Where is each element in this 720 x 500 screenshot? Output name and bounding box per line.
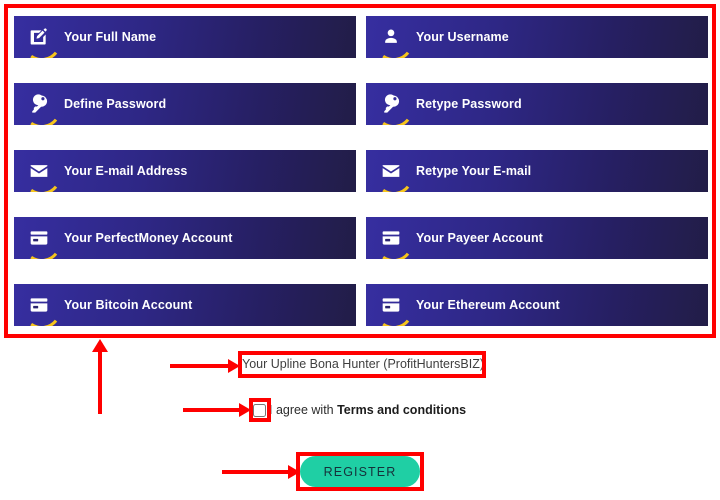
form-field-label: Define Password bbox=[64, 97, 167, 111]
form-field-label: Your Ethereum Account bbox=[416, 298, 560, 312]
form-field-label: Your PerfectMoney Account bbox=[64, 231, 233, 245]
annotation-arrow-upline bbox=[170, 359, 242, 373]
form-field-row[interactable]: Retype Your E-mail bbox=[366, 150, 708, 192]
form-field-label: Your Username bbox=[416, 30, 509, 44]
registration-fields-grid: Your Full Name Your Username Define Passwo… bbox=[14, 16, 708, 326]
annotation-arrow-register bbox=[222, 465, 302, 479]
form-field-row[interactable]: Your PerfectMoney Account bbox=[14, 217, 356, 259]
terms-checkbox[interactable] bbox=[253, 403, 266, 417]
form-field-row[interactable]: Your Full Name bbox=[14, 16, 356, 58]
form-field-label: Your E-mail Address bbox=[64, 164, 188, 178]
terms-prefix-text: I agree with bbox=[269, 403, 338, 417]
form-field-label: Retype Password bbox=[416, 97, 522, 111]
form-field-row[interactable]: Your Ethereum Account bbox=[366, 284, 708, 326]
form-field-row[interactable]: Your Payeer Account bbox=[366, 217, 708, 259]
envelope-icon bbox=[366, 150, 416, 192]
key-icon bbox=[366, 83, 416, 125]
form-field-label: Retype Your E-mail bbox=[416, 164, 532, 178]
form-field-row[interactable]: Your Username bbox=[366, 16, 708, 58]
credit-card-icon bbox=[366, 284, 416, 326]
annotation-arrow-checkbox bbox=[183, 403, 253, 417]
form-field-row[interactable]: Define Password bbox=[14, 83, 356, 125]
credit-card-icon bbox=[14, 284, 64, 326]
user-icon bbox=[366, 16, 416, 58]
register-button[interactable]: REGISTER bbox=[300, 456, 420, 487]
form-field-row[interactable]: Your E-mail Address bbox=[14, 150, 356, 192]
terms-row: I agree with Terms and conditions bbox=[253, 400, 466, 420]
terms-label: I agree with Terms and conditions bbox=[269, 403, 466, 417]
annotation-arrow-fields bbox=[92, 339, 108, 414]
key-icon bbox=[14, 83, 64, 125]
form-field-row[interactable]: Your Bitcoin Account bbox=[14, 284, 356, 326]
terms-and-conditions-link[interactable]: Terms and conditions bbox=[337, 403, 466, 417]
form-field-row[interactable]: Retype Password bbox=[366, 83, 708, 125]
form-field-label: Your Payeer Account bbox=[416, 231, 543, 245]
upline-field[interactable] bbox=[242, 355, 482, 374]
credit-card-icon bbox=[366, 217, 416, 259]
form-field-label: Your Bitcoin Account bbox=[64, 298, 193, 312]
edit-pencil-icon bbox=[14, 16, 64, 58]
envelope-icon bbox=[14, 150, 64, 192]
form-field-label: Your Full Name bbox=[64, 30, 157, 44]
credit-card-icon bbox=[14, 217, 64, 259]
